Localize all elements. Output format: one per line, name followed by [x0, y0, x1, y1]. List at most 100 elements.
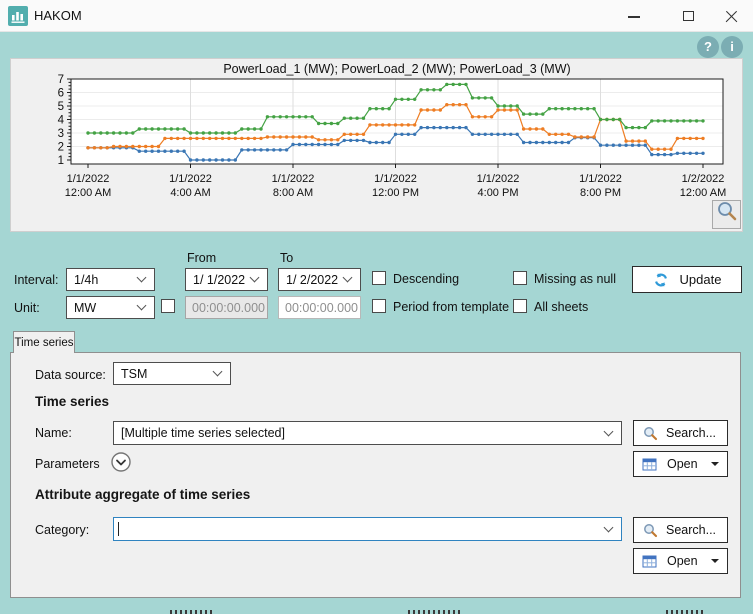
data-source-value: TSM	[121, 367, 214, 381]
chevron-down-icon	[137, 273, 147, 283]
chevron-down-icon	[604, 426, 614, 436]
interval-select[interactable]: 1/4h	[66, 268, 155, 291]
interval-label: Interval:	[14, 273, 58, 287]
open-label: Open	[667, 457, 698, 471]
svg-text:1/1/2022: 1/1/2022	[67, 173, 110, 185]
dropdown-arrow-icon	[711, 559, 719, 563]
to-label: To	[280, 251, 293, 265]
table-icon	[642, 458, 657, 471]
dropdown-arrow-icon	[711, 462, 719, 466]
svg-text:12:00 AM: 12:00 AM	[680, 187, 726, 199]
svg-text:8:00 AM: 8:00 AM	[273, 187, 313, 199]
tab-label: Time series	[15, 337, 74, 349]
all-sheets-label: All sheets	[534, 300, 588, 314]
chevron-down-icon	[213, 367, 223, 377]
search-label: Search...	[666, 426, 716, 440]
svg-text:8:00 PM: 8:00 PM	[580, 187, 621, 199]
open-category-button[interactable]: Open	[633, 548, 728, 574]
chevron-down-icon	[604, 522, 614, 532]
svg-text:6: 6	[58, 88, 64, 100]
search-time-series-button[interactable]: Search...	[633, 420, 728, 446]
update-label: Update	[680, 272, 722, 287]
time-series-heading: Time series	[35, 394, 109, 409]
info-button[interactable]: i	[721, 36, 743, 58]
chevron-down-circle-icon	[110, 451, 132, 473]
app-icon	[8, 6, 28, 31]
magnifier-icon	[715, 200, 739, 229]
text-cursor	[118, 522, 119, 536]
open-label: Open	[667, 554, 698, 568]
category-combobox[interactable]	[113, 517, 622, 541]
to-date-value: 1/ 2/2022	[286, 273, 344, 287]
name-label: Name:	[35, 426, 72, 440]
search-icon	[643, 426, 658, 441]
maximize-button[interactable]	[671, 1, 705, 31]
from-date-value: 1/ 1/2022	[193, 273, 251, 287]
title-bar: HAKOM	[0, 0, 753, 32]
svg-text:1/1/2022: 1/1/2022	[169, 173, 212, 185]
open-time-series-button[interactable]: Open	[633, 451, 728, 477]
time-series-tab-panel	[10, 352, 741, 598]
close-button[interactable]	[714, 1, 748, 31]
search-label: Search...	[666, 523, 716, 537]
clipped-text-fragment	[170, 610, 212, 614]
chevron-down-icon	[250, 273, 260, 283]
data-source-select[interactable]: TSM	[113, 362, 231, 385]
update-button[interactable]: Update	[632, 266, 742, 293]
period-from-template-label: Period from template	[393, 300, 509, 314]
missing-as-null-label: Missing as null	[534, 272, 616, 286]
svg-text:4:00 AM: 4:00 AM	[170, 187, 210, 199]
time-enable-checkbox[interactable]	[161, 299, 175, 313]
svg-text:4: 4	[58, 115, 65, 127]
chart-panel: 12345671/1/202212:00 AM1/1/20224:00 AM1/…	[10, 58, 743, 232]
search-icon	[643, 523, 658, 538]
chevron-down-icon	[343, 273, 353, 283]
time-to-value: 00:00:00.000	[285, 301, 358, 315]
all-sheets-checkbox[interactable]	[513, 299, 527, 313]
name-value: [Multiple time series selected]	[121, 426, 605, 440]
help-button[interactable]: ?	[697, 36, 719, 58]
period-from-template-checkbox[interactable]	[372, 299, 386, 313]
svg-text:7: 7	[58, 74, 64, 86]
clipped-text-fragment	[666, 610, 704, 614]
time-to-field[interactable]: 00:00:00.000	[278, 296, 361, 319]
svg-text:3: 3	[58, 128, 64, 140]
svg-text:PowerLoad_1 (MW); PowerLoad_2: PowerLoad_1 (MW); PowerLoad_2 (MW); Powe…	[223, 62, 570, 76]
info-icon: i	[730, 39, 734, 54]
table-icon	[642, 555, 657, 568]
tab-time-series[interactable]: Time series	[13, 331, 75, 353]
svg-text:1/1/2022: 1/1/2022	[477, 173, 520, 185]
svg-text:12:00 AM: 12:00 AM	[65, 187, 111, 199]
minimize-button[interactable]	[617, 1, 651, 31]
missing-as-null-checkbox[interactable]	[513, 271, 527, 285]
unit-value: MW	[74, 301, 138, 315]
svg-text:12:00 PM: 12:00 PM	[372, 187, 419, 199]
interval-value: 1/4h	[74, 273, 138, 287]
svg-text:4:00 PM: 4:00 PM	[478, 187, 519, 199]
svg-text:5: 5	[58, 101, 64, 113]
search-category-button[interactable]: Search...	[633, 517, 728, 543]
time-from-field[interactable]: 00:00:00.000	[185, 296, 268, 319]
svg-text:1: 1	[58, 155, 64, 167]
name-combobox[interactable]: [Multiple time series selected]	[113, 421, 622, 445]
application-window: HAKOM ? i 12345671/1/202212:00 AM1/1/202…	[0, 0, 753, 614]
svg-text:1/1/2022: 1/1/2022	[374, 173, 417, 185]
timeseries-chart: 12345671/1/202212:00 AM1/1/20224:00 AM1/…	[11, 59, 742, 231]
to-date-picker[interactable]: 1/ 2/2022	[278, 268, 361, 291]
from-date-picker[interactable]: 1/ 1/2022	[185, 268, 268, 291]
parameters-expander-button[interactable]	[110, 451, 132, 473]
parameters-label: Parameters	[35, 457, 100, 471]
unit-select[interactable]: MW	[66, 296, 155, 319]
minimize-icon	[628, 16, 640, 18]
chevron-down-icon	[137, 301, 147, 311]
svg-text:1/1/2022: 1/1/2022	[272, 173, 315, 185]
chart-zoom-button[interactable]	[712, 200, 741, 229]
category-label: Category:	[35, 523, 89, 537]
help-icon: ?	[704, 39, 712, 54]
descending-label: Descending	[393, 272, 459, 286]
from-label: From	[187, 251, 216, 265]
unit-label: Unit:	[14, 301, 40, 315]
window-title: HAKOM	[34, 8, 82, 23]
descending-checkbox[interactable]	[372, 271, 386, 285]
svg-text:1/1/2022: 1/1/2022	[579, 173, 622, 185]
